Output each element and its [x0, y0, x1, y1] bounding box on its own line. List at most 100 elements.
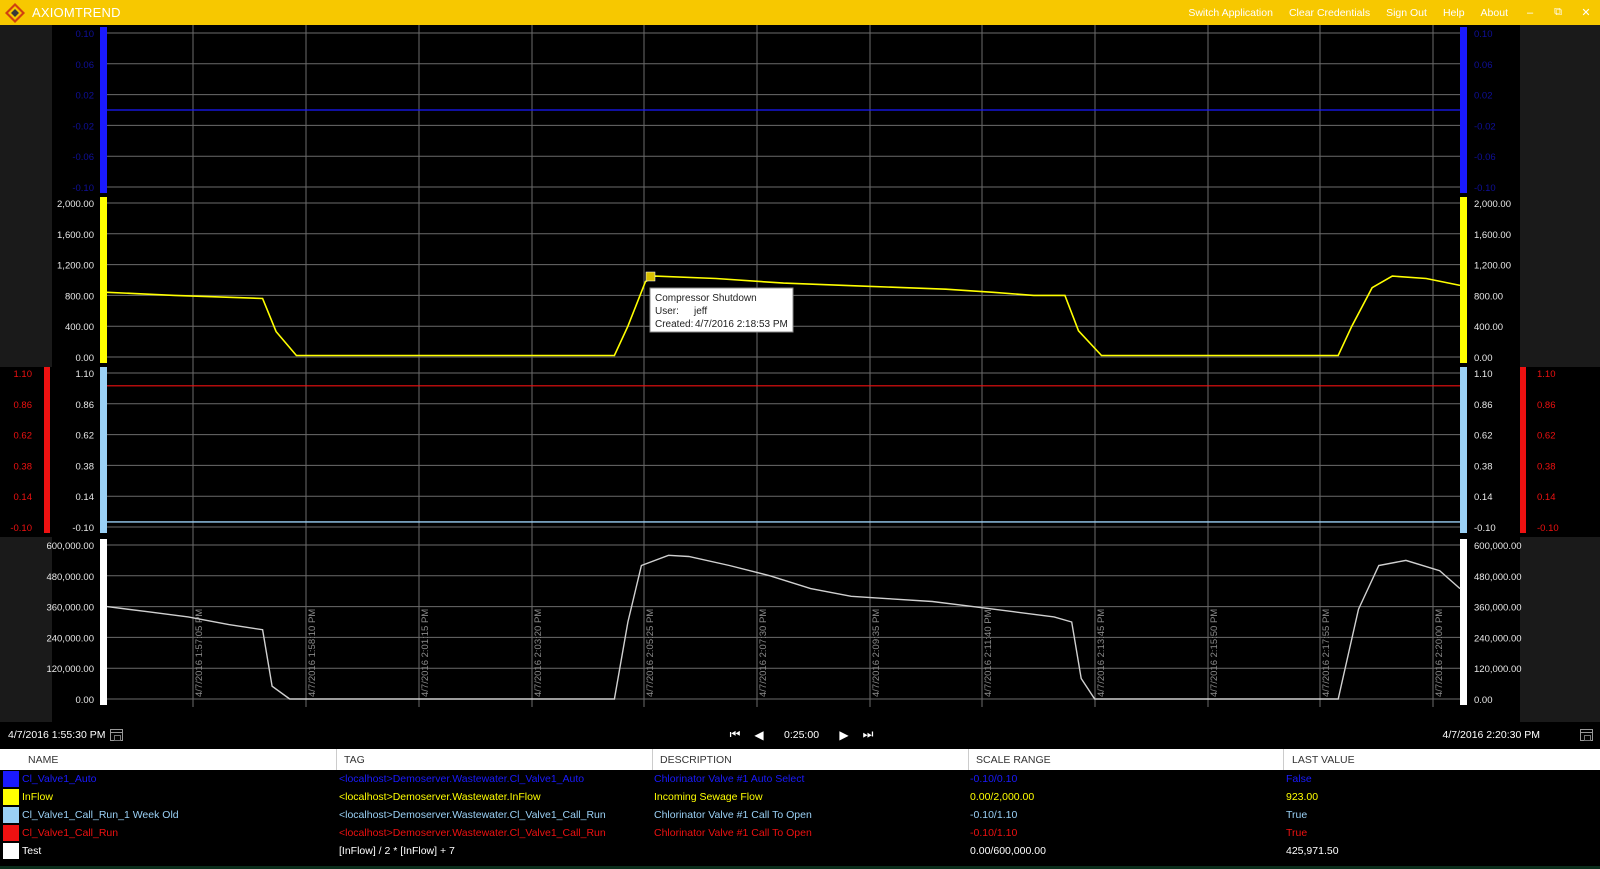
annotation-created: 4/7/2016 2:18:53 PM: [695, 319, 788, 330]
y-tick-label-left: 480,000.00: [46, 572, 94, 583]
scale-bar-right[interactable]: [1460, 197, 1467, 363]
scale-bar-left[interactable]: [100, 197, 107, 363]
header-name[interactable]: NAME: [28, 754, 58, 766]
y-tick-label-right: 0.86: [1474, 400, 1493, 411]
y-tick-label-left: 0.38: [76, 461, 95, 472]
scale-bar-left[interactable]: [100, 539, 107, 705]
header-last-value[interactable]: LAST VALUE: [1292, 754, 1355, 766]
y-tick-label-left: 360,000.00: [46, 603, 94, 614]
pen-name: InFlow: [22, 791, 53, 803]
pen-color-swatch[interactable]: [3, 843, 19, 859]
pen-color-swatch[interactable]: [3, 807, 19, 823]
legend-row[interactable]: Cl_Valve1_Call_Run <localhost>Demoserver.…: [0, 824, 1600, 842]
legend-row[interactable]: Test [InFlow] / 2 * [InFlow] + 7 0.00/600,…: [0, 842, 1600, 860]
y-tick-label-right: -0.02: [1474, 121, 1496, 132]
next-button[interactable]: ▶: [837, 728, 851, 742]
pen-color-swatch[interactable]: [3, 825, 19, 841]
pen-tag: [InFlow] / 2 * [InFlow] + 7: [339, 845, 455, 857]
pen-color-swatch[interactable]: [3, 771, 19, 787]
header-divider[interactable]: [336, 749, 337, 770]
scale-bar-outer-right[interactable]: [1520, 367, 1526, 533]
x-tick-label: 4/7/2016 2:03:20 PM: [533, 609, 544, 697]
y-tick-label-outer-right: 0.38: [1537, 461, 1556, 472]
y-tick-label-right: 2,000.00: [1474, 199, 1511, 210]
annotation-marker[interactable]: [645, 271, 656, 282]
y-tick-label-left: 1,600.00: [57, 230, 94, 241]
legend-row[interactable]: Cl_Valve1_Call_Run_1 Week Old <localhost>…: [0, 806, 1600, 824]
pen-color-swatch[interactable]: [3, 789, 19, 805]
y-tick-label-right: 0.06: [1474, 60, 1493, 71]
end-time[interactable]: 4/7/2016 2:20:30 PM: [1443, 729, 1541, 741]
y-tick-label-left: 0.00: [76, 353, 95, 364]
y-tick-label-left: -0.10: [72, 523, 94, 534]
left-gutter: [0, 537, 52, 722]
header-divider[interactable]: [968, 749, 969, 770]
pen-name: Test: [22, 845, 42, 857]
last-button[interactable]: ⏭: [861, 727, 875, 742]
menu-help[interactable]: Help: [1435, 7, 1473, 19]
title-bar: AXIOMTREND Switch Application Clear Cred…: [0, 0, 1600, 25]
pen-legend: NAME TAG DESCRIPTION SCALE RANGE LAST VA…: [0, 749, 1600, 869]
y-tick-label-right: 0.00: [1474, 695, 1493, 706]
start-calendar-icon[interactable]: [110, 729, 123, 741]
y-tick-label-right: 0.10: [1474, 29, 1493, 40]
y-tick-label-outer-left: 0.86: [14, 400, 33, 411]
x-tick-label: 4/7/2016 2:17:55 PM: [1321, 609, 1332, 697]
pen-tag: <localhost>Demoserver.Wastewater.Cl_Valv…: [339, 773, 585, 785]
pen-tag: <localhost>Demoserver.Wastewater.InFlow: [339, 791, 541, 803]
scale-bar-right[interactable]: [1460, 539, 1467, 705]
y-tick-label-right: 1,200.00: [1474, 261, 1511, 272]
start-time[interactable]: 4/7/2016 1:55:30 PM: [8, 729, 106, 741]
scale-bar-right[interactable]: [1460, 367, 1467, 533]
pen-last-value: True: [1286, 827, 1308, 839]
menu-sign-out[interactable]: Sign Out: [1378, 7, 1435, 19]
legend-row[interactable]: InFlow <localhost>Demoserver.Wastewater.I…: [0, 788, 1600, 806]
legend-row[interactable]: Cl_Valve1_Auto <localhost>Demoserver.Wast…: [0, 770, 1600, 788]
top-menu: Switch Application Clear Credentials Sig…: [1180, 0, 1600, 25]
menu-switch-application[interactable]: Switch Application: [1180, 7, 1281, 19]
y-tick-label-left: 2,000.00: [57, 199, 94, 210]
y-tick-label-right: -0.10: [1474, 523, 1496, 534]
header-tag[interactable]: TAG: [344, 754, 365, 766]
trend-chart[interactable]: 0.10 0.10 0.06 0.06 0.02 0.02 -0.02 -0.02 -0.06 -…: [0, 25, 1600, 722]
y-tick-label-right: 0.00: [1474, 353, 1493, 364]
pen-description: Chlorinator Valve #1 Call To Open: [654, 827, 812, 839]
y-tick-label-right: 0.38: [1474, 461, 1493, 472]
minimize-icon[interactable]: –: [1516, 7, 1544, 19]
header-divider[interactable]: [1283, 749, 1284, 770]
x-tick-label: 4/7/2016 2:20:00 PM: [1434, 609, 1445, 697]
y-tick-label-left: 0.10: [76, 29, 95, 40]
end-calendar-icon[interactable]: [1580, 729, 1593, 741]
y-tick-label-right: 0.02: [1474, 91, 1493, 102]
close-icon[interactable]: ✕: [1572, 6, 1600, 19]
pen-scale-range: 0.00/2,000.00: [970, 791, 1035, 803]
y-tick-label-outer-left: -0.10: [10, 523, 32, 534]
pen-name: Cl_Valve1_Auto: [22, 773, 97, 785]
y-tick-label-left: 600,000.00: [46, 541, 94, 552]
y-tick-label-right: 1,600.00: [1474, 230, 1511, 241]
header-divider[interactable]: [652, 749, 653, 770]
axiomtrend-logo-icon: [5, 2, 25, 23]
scale-bar-outer-left[interactable]: [44, 367, 50, 533]
menu-clear-credentials[interactable]: Clear Credentials: [1281, 7, 1378, 19]
y-tick-label-right: 800.00: [1474, 291, 1503, 302]
first-button[interactable]: ⏮: [728, 727, 742, 742]
header-scale-range[interactable]: SCALE RANGE: [976, 754, 1051, 766]
menu-about[interactable]: About: [1473, 7, 1516, 19]
scale-bar-left[interactable]: [100, 27, 107, 193]
y-tick-label-left: 1.10: [76, 369, 95, 380]
right-gutter: [1520, 25, 1600, 197]
pen-last-value: False: [1286, 773, 1312, 785]
scale-bar-left[interactable]: [100, 367, 107, 533]
header-description[interactable]: DESCRIPTION: [660, 754, 732, 766]
left-gutter: [0, 25, 52, 197]
restore-icon[interactable]: ⧉: [1544, 6, 1572, 19]
pen-tag: <localhost>Demoserver.Wastewater.Cl_Valv…: [339, 827, 606, 839]
x-tick-label: 4/7/2016 2:15:50 PM: [1209, 609, 1220, 697]
annotation-user-label: User:: [655, 306, 679, 317]
pen-last-value: 425,971.50: [1286, 845, 1339, 857]
y-tick-label-left: -0.02: [72, 121, 94, 132]
time-range[interactable]: 0:25:00: [784, 729, 819, 741]
scale-bar-right[interactable]: [1460, 27, 1467, 193]
previous-button[interactable]: ◀: [752, 728, 766, 742]
